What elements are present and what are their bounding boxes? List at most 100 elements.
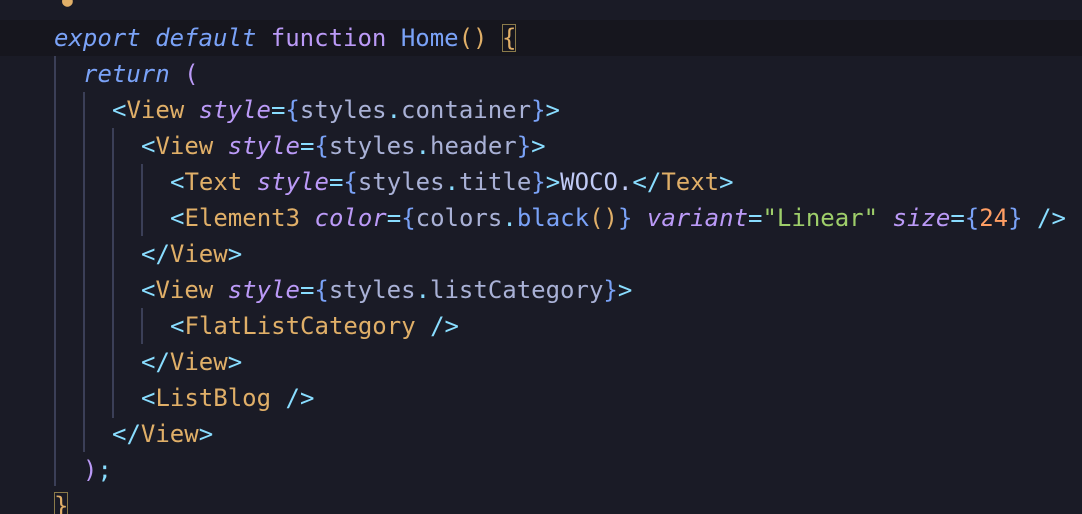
code-token: View (140, 420, 199, 448)
indent-guide (141, 164, 143, 236)
code-token: < (170, 312, 185, 340)
code-token: listCategory (430, 276, 604, 304)
code-token: } (617, 204, 633, 232)
code-token: Text (184, 168, 243, 196)
code-token: ( (184, 60, 199, 88)
code-token: > (617, 276, 633, 304)
code-token: </ (141, 240, 170, 268)
code-line[interactable]: return ( (83, 56, 199, 92)
lightbulb-icon[interactable]: ● (62, 0, 76, 10)
code-token: > (531, 132, 546, 160)
code-token: View (155, 132, 214, 160)
code-editor[interactable]: ● export default function Home() { retur… (0, 0, 1082, 514)
indent-guide (112, 128, 114, 418)
code-token: > (227, 348, 243, 376)
code-token: ; (97, 456, 112, 484)
code-token: = (950, 204, 965, 232)
code-token: < (170, 204, 185, 232)
code-token: style (227, 276, 300, 304)
code-token: style (198, 96, 271, 124)
code-token: Home (400, 24, 459, 52)
code-token: = (270, 96, 286, 124)
code-token: () (458, 24, 488, 52)
code-token: colors (415, 204, 503, 232)
code-token: style (256, 168, 329, 196)
code-line[interactable]: <Text style={styles.title}>WOCO.</Text> (170, 164, 734, 200)
code-token: styles (328, 132, 416, 160)
code-token: ) (83, 456, 98, 484)
code-token: ListBlog (155, 384, 272, 412)
code-token: styles (328, 276, 416, 304)
code-token: } (54, 492, 69, 514)
code-token: </ (632, 168, 662, 196)
code-token: WOCO. (560, 168, 633, 196)
code-token: () (589, 204, 618, 232)
code-token: = (328, 168, 344, 196)
code-line[interactable]: </View> (112, 416, 213, 452)
code-token: title (459, 168, 532, 196)
code-token: > (545, 96, 560, 124)
code-token: < (141, 384, 156, 412)
code-token: } (531, 168, 546, 196)
code-token: return (83, 60, 170, 88)
code-token: View (169, 348, 228, 376)
code-token: . (386, 96, 402, 124)
code-token: < (170, 168, 185, 196)
code-token: black (516, 204, 590, 232)
code-token: { (401, 204, 416, 232)
code-token: { (343, 168, 358, 196)
code-token: "Linear" (762, 204, 879, 232)
code-token: header (430, 132, 517, 160)
code-token: size (892, 204, 951, 232)
code-line[interactable]: <View style={styles.container}> (112, 92, 560, 128)
code-token: styles (357, 168, 445, 196)
code-token: { (501, 24, 517, 52)
code-token: style (227, 132, 300, 160)
indent-guide (83, 92, 85, 452)
code-token: View (169, 240, 228, 268)
code-token: { (314, 276, 329, 304)
code-token: < (112, 96, 127, 124)
code-token: < (141, 132, 156, 160)
code-token: export (54, 24, 141, 52)
code-token: function (270, 24, 387, 52)
code-token: View (126, 96, 185, 124)
code-token: . (502, 204, 517, 232)
code-token: = (748, 204, 763, 232)
code-token: Text (661, 168, 720, 196)
code-token: </ (112, 420, 141, 448)
code-token: < (141, 276, 156, 304)
code-line[interactable]: <ListBlog /> (141, 380, 314, 416)
code-token: /> (285, 384, 315, 412)
code-line[interactable]: </View> (141, 344, 242, 380)
code-token: variant (646, 204, 749, 232)
code-token: } (516, 132, 532, 160)
code-token: color (314, 204, 387, 232)
code-line[interactable]: export default function Home() { (54, 20, 517, 56)
code-token: > (227, 240, 243, 268)
code-token: > (198, 420, 214, 448)
code-line[interactable]: <View style={styles.listCategory}> (141, 272, 632, 308)
code-token: { (314, 132, 329, 160)
indent-guide (141, 308, 143, 344)
code-token: . (415, 276, 431, 304)
code-token: default (155, 24, 257, 52)
code-line[interactable]: <Element3 color={colors.black()} variant… (170, 200, 1066, 236)
code-token: } (603, 276, 618, 304)
code-token: 24 (979, 204, 1009, 232)
code-line[interactable]: <FlatListCategory /> (170, 308, 459, 344)
code-token: } (1008, 204, 1023, 232)
code-line[interactable]: </View> (141, 236, 242, 272)
code-token: styles (299, 96, 387, 124)
code-token: { (285, 96, 300, 124)
code-token: </ (141, 348, 170, 376)
code-token: { (964, 204, 980, 232)
code-line[interactable]: } (54, 488, 69, 514)
code-token: > (719, 168, 734, 196)
code-line[interactable]: <View style={styles.header}> (141, 128, 546, 164)
code-line[interactable]: ); (83, 452, 112, 488)
indent-guide (54, 56, 56, 486)
code-token: FlatListCategory (184, 312, 416, 340)
code-token: > (545, 168, 561, 196)
code-token: . (415, 132, 431, 160)
